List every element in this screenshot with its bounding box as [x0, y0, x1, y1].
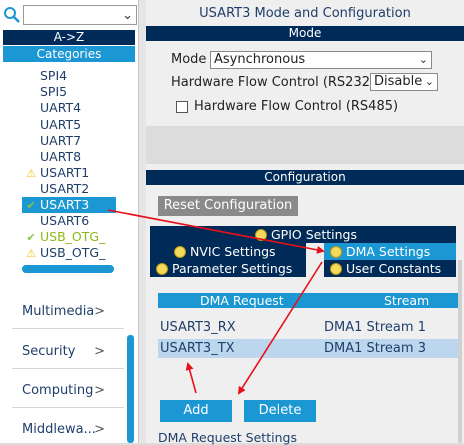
peripheral-item-usart3[interactable]: ✔ USART3: [22, 197, 116, 213]
ok-circle-icon: [330, 246, 342, 258]
peripheral-label: UART8: [40, 149, 82, 164]
chevron-right-icon: >: [94, 383, 105, 398]
peripheral-item-usb-otg-fs[interactable]: ✔ USB_OTG_: [22, 229, 105, 245]
ok-circle-icon: [174, 246, 186, 258]
tab-label: GPIO Settings: [271, 227, 357, 242]
table-row[interactable]: USART3_TX DMA1 Stream 3: [158, 339, 458, 358]
vertical-scrollbar[interactable]: [127, 335, 134, 443]
hw-flow-rs232-value: Disable: [374, 74, 423, 89]
peripheral-label: USB_OTG_: [40, 229, 106, 244]
hw-flow-rs232-select[interactable]: Disable ⌄: [370, 73, 438, 91]
peripheral-item-uart5[interactable]: UART5: [22, 117, 81, 133]
peripheral-label: USART2: [40, 181, 90, 196]
search-icon[interactable]: [2, 5, 22, 25]
peripheral-label: UART7: [40, 133, 82, 148]
divider: [12, 407, 124, 408]
peripheral-item-spi5[interactable]: SPI5: [22, 84, 67, 100]
search-input[interactable]: ⌄: [23, 5, 137, 25]
table-row[interactable]: USART3_RX DMA1 Stream 1: [158, 318, 458, 337]
dma-request-cell: USART3_TX: [160, 341, 235, 356]
peripheral-label: USART6: [40, 213, 90, 228]
chevron-down-icon: ⌄: [418, 53, 428, 66]
category-label: Middlewa...: [22, 422, 96, 437]
peripheral-item-usart1[interactable]: ⚠ USART1: [22, 165, 89, 181]
column-header-stream: Stream: [384, 293, 430, 308]
tab-label: User Constants: [346, 261, 442, 276]
dma-request-cell: USART3_RX: [160, 320, 236, 335]
checkmark-icon: ✔: [26, 231, 36, 244]
panel-splitter[interactable]: [138, 0, 146, 443]
peripheral-item-spi4[interactable]: SPI4: [22, 68, 67, 84]
column-header-dma-request: DMA Request: [200, 293, 284, 308]
section-gap: [146, 126, 464, 164]
category-label: Security: [22, 344, 76, 359]
tab-label: NVIC Settings: [190, 244, 276, 259]
chevron-right-icon: >: [94, 304, 105, 319]
ok-circle-icon: [156, 263, 168, 275]
category-computing[interactable]: Computing >: [22, 381, 127, 401]
tab-dma-settings[interactable]: DMA Settings: [324, 243, 456, 260]
peripheral-item-uart7[interactable]: UART7: [22, 133, 81, 149]
reset-configuration-button[interactable]: Reset Configuration: [158, 196, 298, 216]
hw-flow-rs485-checkbox[interactable]: [176, 101, 188, 113]
add-button[interactable]: Add: [160, 400, 232, 422]
divider: [12, 368, 124, 369]
category-label: Computing: [22, 383, 94, 398]
peripheral-item-usb-otg-hs[interactable]: ⚠ USB_OTG_: [22, 245, 105, 261]
chevron-down-icon: ⌄: [424, 75, 434, 88]
stream-cell: DMA1 Stream 1: [324, 320, 426, 335]
peripheral-item-uart4[interactable]: UART4: [22, 100, 81, 116]
peripheral-label: USB_OTG_: [40, 245, 106, 260]
ok-circle-icon: [330, 263, 342, 275]
checkmark-icon: ✔: [26, 199, 36, 212]
mode-section-header: Mode: [146, 26, 464, 41]
mode-label: Mode: [171, 52, 207, 67]
category-label: Multimedia: [22, 304, 95, 319]
ok-circle-icon: [255, 229, 267, 241]
tab-gpio-settings[interactable]: GPIO Settings: [150, 226, 456, 243]
delete-button[interactable]: Delete: [244, 400, 316, 422]
peripheral-label: SPI4: [40, 68, 68, 83]
chevron-right-icon: >: [94, 422, 105, 437]
peripheral-item-uart8[interactable]: UART8: [22, 149, 81, 165]
warning-icon: ⚠: [26, 247, 36, 260]
horizontal-scrollbar[interactable]: [22, 265, 114, 273]
vertical-scrollbar[interactable]: [458, 260, 462, 443]
peripheral-label: SPI5: [40, 84, 68, 99]
peripheral-label: USART1: [40, 165, 90, 180]
dma-table-header: DMA Request Stream: [158, 293, 458, 308]
categories-button[interactable]: Categories: [3, 46, 135, 62]
hw-flow-rs232-label: Hardware Flow Control (RS232): [171, 75, 376, 90]
stream-cell: DMA1 Stream 3: [324, 341, 426, 356]
peripheral-label: UART5: [40, 117, 82, 132]
tab-parameter-settings[interactable]: Parameter Settings: [150, 260, 306, 277]
sort-az-button[interactable]: A->Z: [3, 30, 135, 45]
mode-select[interactable]: Asynchronous ⌄: [210, 51, 432, 69]
peripheral-item-usart2[interactable]: USART2: [22, 181, 89, 197]
chevron-down-icon[interactable]: ⌄: [122, 6, 133, 26]
category-multimedia[interactable]: Multimedia >: [22, 302, 127, 322]
warning-icon: ⚠: [26, 167, 36, 180]
mode-select-value: Asynchronous: [214, 52, 306, 67]
page-title: USART3 Mode and Configuration: [199, 6, 411, 21]
tab-user-constants[interactable]: User Constants: [324, 260, 456, 277]
category-security[interactable]: Security >: [22, 342, 127, 362]
peripheral-item-usart6[interactable]: USART6: [22, 213, 89, 229]
configuration-section-header: Configuration: [146, 170, 464, 185]
category-middleware[interactable]: Middlewa... >: [22, 420, 127, 440]
peripheral-label: UART4: [40, 100, 82, 115]
tab-label: Parameter Settings: [172, 261, 293, 276]
peripheral-label: USART3: [40, 197, 90, 212]
divider: [12, 328, 124, 329]
tab-label: DMA Settings: [346, 244, 431, 259]
chevron-right-icon: >: [94, 344, 105, 359]
tab-nvic-settings[interactable]: NVIC Settings: [150, 243, 306, 260]
hw-flow-rs485-label: Hardware Flow Control (RS485): [194, 99, 399, 114]
